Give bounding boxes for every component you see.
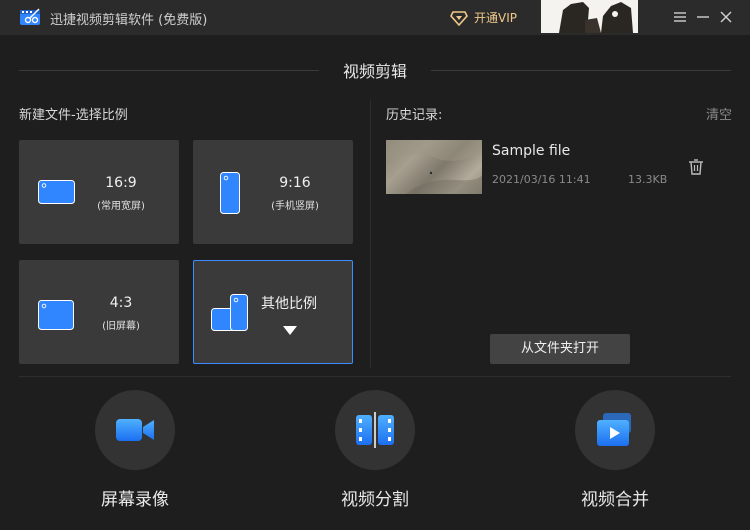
tool-circle: [95, 390, 175, 470]
menu-icon: [674, 12, 686, 22]
portrait-screen-icon: [220, 172, 240, 214]
user-avatar[interactable]: [541, 0, 638, 33]
ratio-desc: (旧屏幕): [102, 321, 140, 332]
trash-icon[interactable]: [687, 158, 705, 176]
ratio-tile-16-9[interactable]: 16:9 (常用宽屏): [19, 140, 179, 244]
tool-label: 视频合并: [581, 490, 649, 510]
caret-down-icon[interactable]: [283, 326, 297, 336]
app-logo-icon: [20, 8, 40, 25]
history-file-name: Sample file: [492, 143, 571, 159]
ratio-label: 16:9: [105, 175, 137, 191]
open-from-folder-button[interactable]: 从文件夹打开: [490, 334, 630, 364]
section-header: 视频剪辑: [0, 58, 750, 82]
app-title: 迅捷视频剪辑软件 (免费版): [50, 13, 208, 28]
history-file-date: 2021/03/16 11:41: [492, 173, 591, 186]
ratio-desc: (手机竖屏): [271, 201, 319, 212]
diamond-icon: [450, 10, 468, 26]
open-vip-button[interactable]: 开通VIP: [450, 9, 517, 26]
landscape-screen-icon: [38, 180, 75, 204]
ratio-tile-4-3[interactable]: 4:3 (旧屏幕): [19, 260, 179, 364]
header-line-right: [431, 70, 731, 71]
video-thumbnail: [386, 140, 483, 194]
close-button[interactable]: [717, 8, 735, 26]
tool-video-split[interactable]: 视频分割: [315, 390, 435, 510]
camera-icon: [116, 419, 154, 441]
tool-video-merge[interactable]: 视频合并: [555, 390, 675, 510]
panel-divider: [370, 100, 371, 368]
tool-screen-record[interactable]: 屏幕录像: [75, 390, 195, 510]
history-label: 历史记录:: [386, 108, 443, 123]
new-file-label: 新建文件-选择比例: [19, 108, 128, 123]
ratio-tile-9-16[interactable]: 9:16 (手机竖屏): [193, 140, 353, 244]
history-item[interactable]: Sample file 2021/03/16 11:41 13.3KB: [386, 140, 716, 196]
vip-label: 开通VIP: [474, 11, 517, 25]
title-bar: 迅捷视频剪辑软件 (免费版) 开通VIP: [0, 0, 750, 35]
tools-divider: [19, 376, 731, 377]
classic-screen-icon: [38, 300, 74, 330]
minimize-button[interactable]: [694, 8, 712, 26]
minimize-icon: [697, 16, 709, 18]
ratio-tile-other[interactable]: 其他比例: [193, 260, 353, 364]
clear-history-button[interactable]: 清空: [706, 104, 732, 123]
ratio-label: 其他比例: [261, 296, 317, 312]
menu-button[interactable]: [671, 8, 689, 26]
video-merge-icon: [597, 413, 631, 446]
close-icon: [720, 11, 732, 23]
film-split-icon: [356, 412, 394, 448]
ratio-label: 9:16: [279, 175, 311, 191]
history-file-size: 13.3KB: [628, 173, 668, 186]
tool-label: 视频分割: [341, 490, 409, 510]
tool-label: 屏幕录像: [101, 490, 169, 510]
tool-circle: [575, 390, 655, 470]
ratio-label: 4:3: [109, 295, 133, 311]
ratio-desc: (常用宽屏): [97, 201, 145, 212]
tool-circle: [335, 390, 415, 470]
other-ratio-icon: [211, 294, 248, 331]
